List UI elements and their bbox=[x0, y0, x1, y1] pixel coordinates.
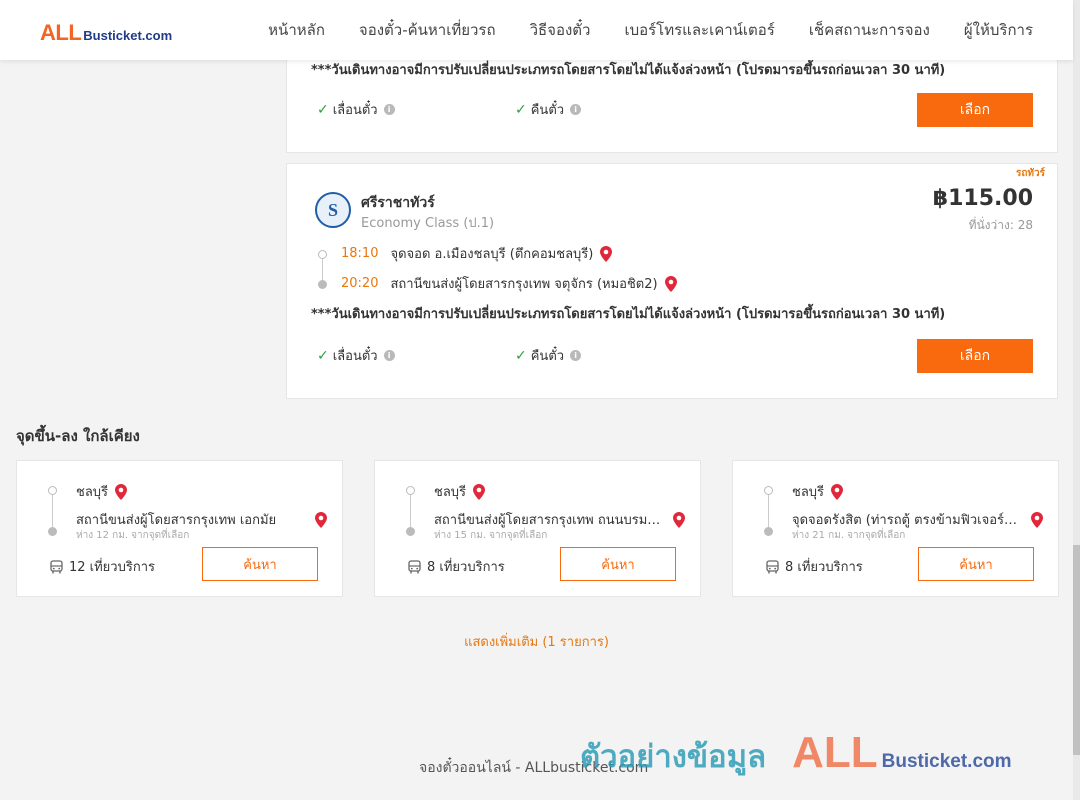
info-icon[interactable]: i bbox=[383, 350, 395, 361]
search-button[interactable]: ค้นหา bbox=[918, 547, 1034, 581]
nearby-to-label: สถานีขนส่งผู้โดยสารกรุงเทพ เอกมัย bbox=[76, 513, 277, 528]
nav-operators[interactable]: ผู้ให้บริการ bbox=[964, 18, 1033, 42]
scrollbar-thumb[interactable] bbox=[1073, 545, 1080, 755]
feature-label: เลื่อนตั๋ว bbox=[332, 103, 378, 118]
info-icon[interactable]: i bbox=[570, 104, 582, 115]
nearby-trips-label: 8 เที่ยวบริการ bbox=[785, 560, 863, 575]
watermark: ตัวอย่างข้อมูล ALL Busticket.com bbox=[580, 728, 1012, 781]
watermark-thai-text: ตัวอย่างข้อมูล bbox=[580, 739, 767, 775]
arrival-stop: 20:20 สถานีขนส่งผู้โดยสารกรุงเทพ จตุจักร… bbox=[341, 273, 678, 294]
origin-dot bbox=[406, 486, 415, 495]
arrival-place: สถานีขนส่งผู้โดยสารกรุงเทพ จตุจักร (หมอช… bbox=[390, 277, 658, 292]
nearby-card: ชลบุรี สถานีขนส่งผู้โดยสารกรุงเทพ ถนนบรม… bbox=[374, 460, 701, 597]
feature-label: คืนตั๋ว bbox=[530, 103, 565, 118]
nav-home[interactable]: หน้าหลัก bbox=[268, 18, 325, 42]
destination-dot bbox=[318, 280, 327, 289]
nearby-from-label: ชลบุรี bbox=[76, 485, 109, 500]
site-logo[interactable]: ALL Busticket.com bbox=[40, 20, 173, 45]
nearby-distance: ห่าง 15 กม. จากจุดที่เลือก bbox=[434, 530, 548, 541]
bus-type-tag: รถทัวร์ bbox=[1015, 168, 1045, 179]
check-icon: ✓ bbox=[515, 101, 527, 118]
map-pin-icon[interactable] bbox=[114, 483, 128, 500]
info-icon[interactable]: i bbox=[383, 104, 395, 115]
trip-note: ***วันเดินทางอาจมีการปรับเปลี่ยนประเภทรถ… bbox=[311, 63, 946, 78]
nearby-trips: 8 เที่ยวบริการ bbox=[766, 556, 863, 577]
feature-label: คืนตั๋ว bbox=[530, 349, 565, 364]
feature-change-ticket: ✓ เลื่อนตั๋ว i bbox=[317, 345, 395, 366]
ticket-price: ฿115.00 bbox=[932, 186, 1033, 211]
nearby-from: ชลบุรี bbox=[76, 481, 128, 502]
map-pin-icon[interactable] bbox=[830, 483, 844, 500]
map-pin-icon[interactable] bbox=[472, 483, 486, 500]
trip-card: รถทัวร์ S ศรีราชาทัวร์ Economy Class (ป.… bbox=[286, 163, 1058, 399]
show-more-link[interactable]: แสดงเพิ่มเติม (1 รายการ) bbox=[0, 631, 1073, 652]
bus-icon bbox=[50, 559, 63, 573]
feature-refund-ticket: ✓ คืนตั๋ว i bbox=[515, 99, 582, 120]
arrival-time: 20:20 bbox=[341, 276, 379, 291]
watermark-busticket-text: Busticket.com bbox=[881, 751, 1012, 772]
nearby-card: ชลบุรี จุดจอดรังสิต (ท่ารถตู้ ตรงข้ามฟิว… bbox=[732, 460, 1059, 597]
map-pin-icon[interactable] bbox=[1030, 511, 1044, 528]
nearby-trips-label: 12 เที่ยวบริการ bbox=[69, 560, 155, 575]
nearby-to-label: จุดจอดรังสิต (ท่ารถตู้ ตรงข้ามฟิวเจอร์พา… bbox=[792, 513, 1022, 528]
destination-dot bbox=[406, 527, 415, 536]
nearby-to: สถานีขนส่งผู้โดยสารกรุงเทพ ถนนบรมราชชนนี… bbox=[434, 509, 686, 530]
main-nav: หน้าหลัก จองตั๋ว-ค้นหาเที่ยวรถ วิธีจองตั… bbox=[268, 0, 1033, 60]
nearby-from: ชลบุรี bbox=[792, 481, 844, 502]
watermark-all-text: ALL bbox=[792, 728, 878, 777]
feature-refund-ticket: ✓ คืนตั๋ว i bbox=[515, 345, 582, 366]
select-button[interactable]: เลือก bbox=[917, 339, 1033, 373]
site-header: ALL Busticket.com หน้าหลัก จองตั๋ว-ค้นหา… bbox=[0, 0, 1073, 60]
nearby-trips: 12 เที่ยวบริการ bbox=[50, 556, 155, 577]
nav-how-to-book[interactable]: วิธีจองตั๋ว bbox=[530, 18, 591, 42]
check-icon: ✓ bbox=[317, 101, 329, 118]
nearby-from: ชลบุรี bbox=[434, 481, 486, 502]
feature-change-ticket: ✓ เลื่อนตั๋ว i bbox=[317, 99, 395, 120]
nav-contacts[interactable]: เบอร์โทรและเคาน์เตอร์ bbox=[624, 18, 774, 42]
check-icon: ✓ bbox=[317, 347, 329, 364]
nearby-from-label: ชลบุรี bbox=[434, 485, 467, 500]
info-icon[interactable]: i bbox=[570, 350, 582, 361]
operator-logo-icon: S bbox=[315, 192, 351, 228]
logo-busticket-text: Busticket.com bbox=[83, 28, 173, 43]
nearby-from-label: ชลบุรี bbox=[792, 485, 825, 500]
nearby-distance: ห่าง 12 กม. จากจุดที่เลือก bbox=[76, 530, 190, 541]
departure-time: 18:10 bbox=[341, 246, 379, 261]
operator-name: ศรีราชาทัวร์ bbox=[361, 195, 435, 211]
logo-all-text: ALL bbox=[40, 20, 82, 45]
destination-dot bbox=[764, 527, 773, 536]
map-pin-icon[interactable] bbox=[599, 245, 613, 262]
destination-dot bbox=[48, 527, 57, 536]
nearby-to: สถานีขนส่งผู้โดยสารกรุงเทพ เอกมัย bbox=[76, 509, 328, 530]
nearby-distance: ห่าง 21 กม. จากจุดที่เลือก bbox=[792, 530, 906, 541]
nearby-section-title: จุดขึ้น-ลง ใกล้เคียง bbox=[16, 427, 140, 445]
nearby-to-label: สถานีขนส่งผู้โดยสารกรุงเทพ ถนนบรมราชชนนี… bbox=[434, 513, 664, 528]
bus-icon bbox=[766, 559, 779, 573]
map-pin-icon[interactable] bbox=[314, 511, 328, 528]
nearby-trips: 8 เที่ยวบริการ bbox=[408, 556, 505, 577]
search-button[interactable]: ค้นหา bbox=[202, 547, 318, 581]
origin-dot bbox=[48, 486, 57, 495]
check-icon: ✓ bbox=[515, 347, 527, 364]
nav-booking-status[interactable]: เช็คสถานะการจอง bbox=[809, 18, 930, 42]
departure-place: จุดจอด อ.เมืองชลบุรี (ตึกคอมชลบุรี) bbox=[390, 247, 594, 262]
map-pin-icon[interactable] bbox=[664, 275, 678, 292]
departure-stop: 18:10 จุดจอด อ.เมืองชลบุรี (ตึกคอมชลบุรี… bbox=[341, 243, 613, 264]
seats-available: ที่นั่งว่าง: 28 bbox=[968, 218, 1033, 232]
trip-note: ***วันเดินทางอาจมีการปรับเปลี่ยนประเภทรถ… bbox=[311, 307, 946, 322]
select-button[interactable]: เลือก bbox=[917, 93, 1033, 127]
bus-class: Economy Class (ป.1) bbox=[361, 216, 495, 231]
origin-dot bbox=[764, 486, 773, 495]
feature-label: เลื่อนตั๋ว bbox=[332, 349, 378, 364]
search-button[interactable]: ค้นหา bbox=[560, 547, 676, 581]
nearby-card: ชลบุรี สถานีขนส่งผู้โดยสารกรุงเทพ เอกมัย… bbox=[16, 460, 343, 597]
bus-icon bbox=[408, 559, 421, 573]
origin-dot bbox=[318, 250, 327, 259]
map-pin-icon[interactable] bbox=[672, 511, 686, 528]
nearby-trips-label: 8 เที่ยวบริการ bbox=[427, 560, 505, 575]
nav-book-search[interactable]: จองตั๋ว-ค้นหาเที่ยวรถ bbox=[359, 18, 496, 42]
nearby-to: จุดจอดรังสิต (ท่ารถตู้ ตรงข้ามฟิวเจอร์พา… bbox=[792, 509, 1044, 530]
